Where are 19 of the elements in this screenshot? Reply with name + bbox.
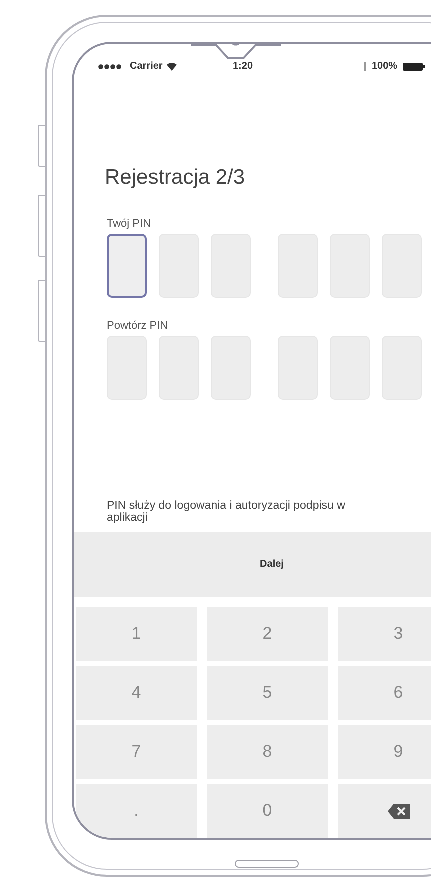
keypad-key[interactable]: 3: [338, 607, 431, 661]
keypad-key[interactable]: 8: [207, 725, 328, 779]
keypad-key[interactable]: 1: [76, 607, 197, 661]
hint-text: PIN służy do logowania i autoryzacji podpisu w aplikacji: [107, 500, 346, 524]
carrier-name: Carrier: [130, 61, 163, 72]
clock-time: 1:20: [233, 61, 254, 72]
pin-label: Powtórz PIN: [107, 320, 168, 332]
keypad-key[interactable]: 4: [76, 666, 197, 720]
keypad-key[interactable]: .: [76, 784, 197, 838]
keypad-key[interactable]: 2: [207, 607, 328, 661]
keypad-key[interactable]: 5: [207, 666, 328, 720]
keypad-key[interactable]: 7: [76, 725, 197, 779]
keypad-key[interactable]: 0: [207, 784, 328, 838]
battery-percent: 100%: [372, 61, 398, 72]
next-button[interactable]: Dalej: [74, 532, 431, 597]
pin-label: Twój PIN: [107, 218, 152, 230]
keypad-key[interactable]: 9: [338, 725, 431, 779]
screen-title: Rejestracja 2/3: [105, 166, 246, 190]
keypad-key[interactable]: 6: [338, 666, 431, 720]
